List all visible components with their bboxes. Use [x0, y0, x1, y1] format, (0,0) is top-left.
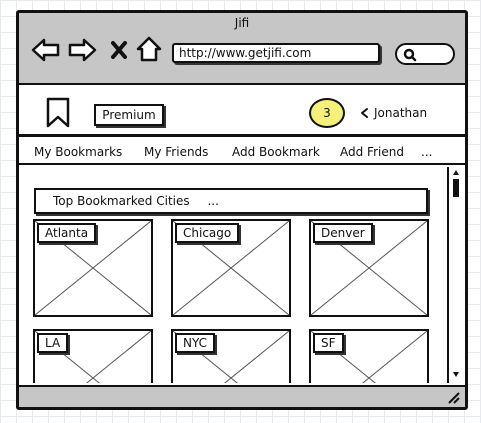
nav-my-friends[interactable]: My Friends [144, 144, 208, 160]
city-label: Denver [313, 223, 373, 243]
browser-window: Jifi http://www.getjifi.com Premium 3 Jo… [16, 10, 468, 410]
back-arrow-icon[interactable] [31, 37, 61, 63]
city-card-nyc[interactable]: NYC [171, 329, 291, 383]
window-title: Jifi [234, 16, 250, 30]
user-menu[interactable]: Jonathan [374, 104, 427, 122]
search-input[interactable] [395, 43, 455, 65]
bookmark-icon[interactable] [45, 97, 71, 129]
nav-add-friend[interactable]: Add Friend [340, 144, 404, 160]
scroll-thumb[interactable] [453, 179, 459, 197]
premium-button[interactable]: Premium [94, 104, 164, 126]
nav-add-bookmark[interactable]: Add Bookmark [232, 144, 320, 160]
nav-bar: My Bookmarks My Friends Add Bookmark Add… [19, 141, 465, 165]
notification-badge[interactable]: 3 [309, 98, 345, 128]
close-icon[interactable] [109, 39, 129, 61]
section-more: ... [207, 194, 219, 208]
scroll-down-icon[interactable] [452, 370, 460, 378]
app-header: Premium 3 Jonathan [19, 87, 465, 137]
search-icon [403, 48, 417, 62]
city-label: LA [37, 333, 69, 353]
home-icon[interactable] [135, 35, 163, 63]
city-label: Chicago [175, 223, 240, 243]
city-card-sf[interactable]: SF [309, 329, 429, 383]
vertical-scrollbar[interactable] [447, 167, 463, 383]
section-title: Top Bookmarked Cities [53, 194, 190, 208]
status-bar [19, 385, 465, 407]
section-header[interactable]: Top Bookmarked Cities ... [34, 188, 428, 214]
nav-more[interactable]: ... [421, 144, 432, 160]
city-label: NYC [175, 333, 216, 353]
browser-toolbar: Jifi http://www.getjifi.com [19, 13, 465, 85]
city-label: Atlanta [37, 223, 97, 243]
forward-arrow-icon[interactable] [67, 37, 97, 63]
city-card-denver[interactable]: Denver [309, 219, 429, 317]
nav-my-bookmarks[interactable]: My Bookmarks [34, 144, 122, 160]
chevron-left-icon[interactable] [359, 107, 369, 119]
content-area: Top Bookmarked Cities ... Atlanta Chicag… [19, 167, 465, 383]
resize-grip-icon[interactable] [447, 391, 461, 405]
city-label: SF [313, 333, 344, 353]
city-card-atlanta[interactable]: Atlanta [33, 219, 153, 317]
city-card-chicago[interactable]: Chicago [171, 219, 291, 317]
url-input[interactable]: http://www.getjifi.com [172, 43, 380, 63]
scroll-up-icon[interactable] [452, 169, 460, 177]
city-card-la[interactable]: LA [33, 329, 153, 383]
